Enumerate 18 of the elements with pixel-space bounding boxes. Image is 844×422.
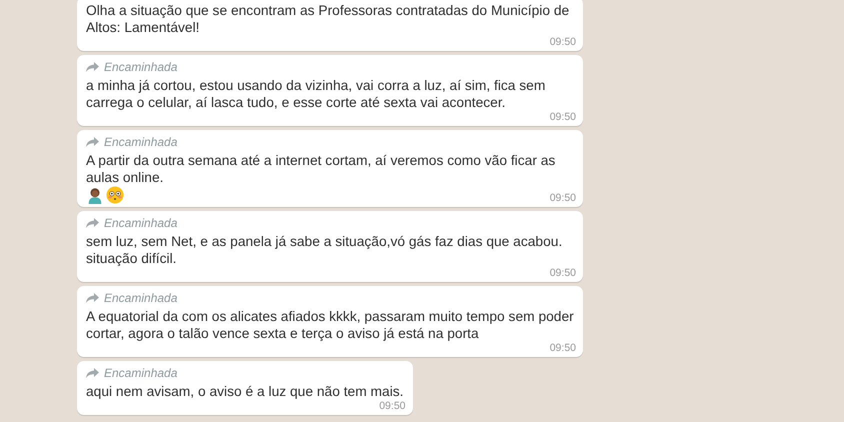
- forwarded-label: Encaminhada: [104, 291, 178, 305]
- forwarded-label: Encaminhada: [104, 60, 178, 74]
- message-text: a minha já cortou, estou usando da vizinha, vai corra a luz, aí sim, fica sem carrega o celular, aí lasca tudo, e esse corte até sexta vai acontecer.: [86, 77, 546, 111]
- message-time: 09:50: [550, 37, 576, 48]
- message-text: aqui nem avisam, o aviso é a luz que não tem mais.: [86, 383, 404, 400]
- forwarded-label: Encaminhada: [104, 135, 178, 149]
- message-time: 09:50: [550, 268, 576, 279]
- message-time: 09:50: [550, 193, 576, 204]
- message-time: 09:50: [550, 343, 576, 354]
- flushed-face-icon: [106, 186, 124, 204]
- message-text: sem luz, sem Net, e as panela já sabe a situação,vó gás faz dias que acabou. situação difícil.: [86, 233, 564, 267]
- forwarded-label: Encaminhada: [104, 216, 178, 230]
- message-text: Olha a situação que se encontram as Professoras contratadas do Município de Altos: Lamentável!: [86, 2, 570, 36]
- message-text: A equatorial da com os alicates afiados kkkk, passaram muito tempo sem poder cortar, agora o talão vence sexta e terça o aviso já está na porta: [86, 308, 574, 342]
- message-time: 09:50: [550, 112, 576, 123]
- message-time: 09:50: [379, 401, 406, 412]
- message-text: A partir da outra semana até a internet cortam, aí veremos como vão ficar as aulas online.: [86, 152, 556, 186]
- forwarded-label: Encaminhada: [104, 366, 178, 380]
